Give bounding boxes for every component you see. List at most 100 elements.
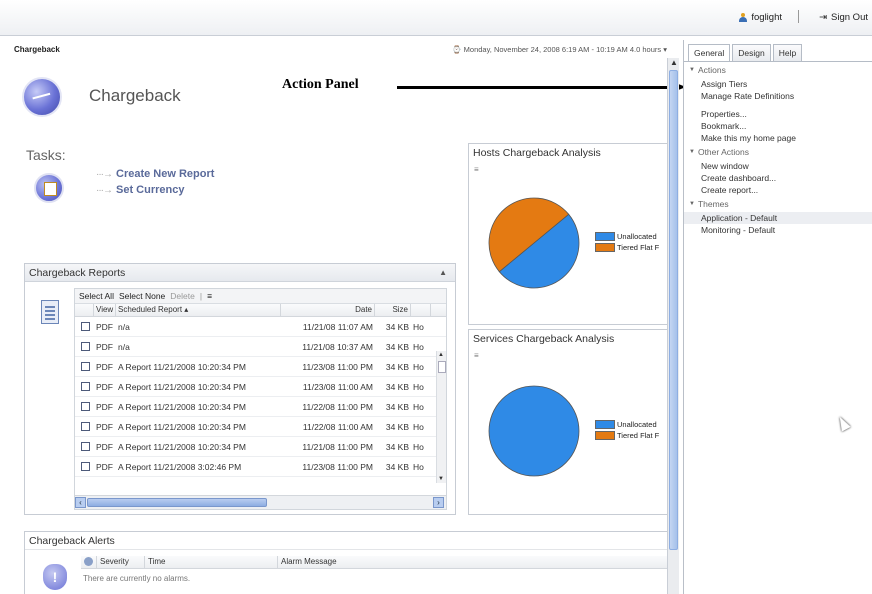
- action-manage-rate-definitions[interactable]: Manage Rate Definitions: [684, 90, 872, 102]
- action-panel: General Design Help ▼ Actions Assign Tie…: [683, 40, 872, 594]
- action-create-report[interactable]: Create report...: [684, 184, 872, 196]
- row-view-format[interactable]: PDF: [94, 342, 116, 352]
- collapse-triangle-icon: ▼: [689, 201, 695, 207]
- delete-button[interactable]: Delete: [170, 291, 195, 301]
- action-new-window[interactable]: New window: [684, 160, 872, 172]
- column-header-name[interactable]: Scheduled Report ▴: [116, 304, 281, 316]
- table-body: PDF n/a 11/21/08 11:07 AM 34 KB Ho PDF n/a 11/2…: [75, 317, 446, 477]
- row-checkbox[interactable]: [75, 362, 94, 371]
- create-new-report-link[interactable]: ···→ Create New Report: [96, 168, 214, 180]
- checkbox[interactable]: [81, 462, 90, 471]
- table-row[interactable]: PDF A Report 11/21/2008 10:20:34 PM 11/23/…: [75, 357, 446, 377]
- row-truncated-cell: Ho: [413, 341, 424, 352]
- sign-out-link[interactable]: ⇥ Sign Out: [819, 12, 868, 23]
- alerts-table-header: Severity Time Alarm Message: [81, 556, 670, 569]
- column-header-time[interactable]: Time: [145, 556, 278, 568]
- collapse-icon[interactable]: ▲: [439, 268, 447, 277]
- checkbox[interactable]: [81, 362, 90, 371]
- page-vertical-scrollbar[interactable]: ▲: [667, 58, 679, 594]
- options-icon[interactable]: ≡: [474, 351, 479, 360]
- scroll-thumb[interactable]: [438, 361, 446, 373]
- time-range-label: Monday, November 24, 2008 6:19 AM - 10:1…: [463, 45, 662, 54]
- row-checkbox[interactable]: [75, 402, 94, 411]
- row-checkbox[interactable]: [75, 462, 94, 471]
- page-title: Chargeback: [14, 45, 60, 54]
- row-view-format[interactable]: PDF: [94, 322, 116, 332]
- row-view-format[interactable]: PDF: [94, 442, 116, 452]
- table-row[interactable]: PDF A Report 11/21/2008 3:02:46 PM 11/23/0…: [75, 457, 446, 477]
- section-header-actions[interactable]: ▼ Actions: [684, 62, 872, 78]
- hosts-chart-legend: Unallocated Tiered Flat F: [595, 231, 659, 253]
- checkbox[interactable]: [81, 322, 90, 331]
- legend-swatch: [595, 431, 615, 440]
- action-make-home-page[interactable]: Make this my home page: [684, 132, 872, 144]
- scroll-down-icon[interactable]: ▼: [438, 476, 444, 482]
- column-header-date[interactable]: Date: [281, 304, 375, 316]
- row-report-name: n/a: [118, 341, 130, 352]
- set-currency-link[interactable]: ···→ Set Currency: [96, 184, 184, 196]
- row-checkbox[interactable]: [75, 342, 94, 351]
- checkbox[interactable]: [81, 382, 90, 391]
- table-vertical-scrollbar[interactable]: ▲ ▼: [436, 351, 446, 483]
- table-row[interactable]: PDF A Report 11/21/2008 10:20:34 PM 11/22/…: [75, 397, 446, 417]
- checkbox[interactable]: [81, 402, 90, 411]
- row-view-format[interactable]: PDF: [94, 362, 116, 372]
- legend-label: Tiered Flat F: [617, 431, 660, 440]
- row-view-format[interactable]: PDF: [94, 382, 116, 392]
- action-properties[interactable]: Properties...: [684, 108, 872, 120]
- action-create-dashboard[interactable]: Create dashboard...: [684, 172, 872, 184]
- row-truncated-cell: Ho: [413, 361, 424, 372]
- theme-monitoring-default[interactable]: Monitoring - Default: [684, 224, 872, 236]
- scroll-right-icon[interactable]: ›: [433, 497, 444, 508]
- legend-swatch: [595, 232, 615, 241]
- column-header-message[interactable]: Alarm Message: [278, 556, 668, 568]
- scroll-up-icon[interactable]: ▲: [670, 58, 678, 67]
- arrow-icon: ···→: [96, 168, 113, 180]
- theme-application-default[interactable]: Application - Default: [684, 212, 872, 224]
- section-header-other-actions[interactable]: ▼ Other Actions: [684, 144, 872, 160]
- table-row[interactable]: PDF A Report 11/21/2008 10:20:34 PM 11/21/…: [75, 437, 446, 457]
- row-view-format[interactable]: PDF: [94, 462, 116, 472]
- columns-icon[interactable]: ≡: [207, 291, 212, 301]
- section-header-themes[interactable]: ▼ Themes: [684, 196, 872, 212]
- row-checkbox[interactable]: [75, 442, 94, 451]
- column-header-view[interactable]: View: [94, 304, 116, 316]
- column-header-size[interactable]: Size: [375, 304, 411, 316]
- user-menu[interactable]: foglight: [739, 12, 782, 23]
- row-date: 11/23/08 11:00 PM: [302, 361, 373, 372]
- options-icon[interactable]: ≡: [474, 165, 479, 174]
- scroll-up-icon[interactable]: ▲: [438, 352, 444, 358]
- tab-help[interactable]: Help: [772, 44, 803, 61]
- table-row[interactable]: PDF n/a 11/21/08 10:37 AM 34 KB Ho: [75, 337, 446, 357]
- select-none-button[interactable]: Select None: [119, 291, 165, 301]
- scroll-thumb[interactable]: [669, 70, 678, 550]
- checkbox[interactable]: [81, 422, 90, 431]
- checkbox[interactable]: [81, 442, 90, 451]
- row-checkbox[interactable]: [75, 382, 94, 391]
- task-label: Set Currency: [116, 184, 185, 196]
- tab-general[interactable]: General: [688, 44, 731, 62]
- table-row[interactable]: PDF A Report 11/21/2008 10:20:34 PM 11/22/…: [75, 417, 446, 437]
- row-view-format[interactable]: PDF: [94, 422, 116, 432]
- row-checkbox[interactable]: [75, 422, 94, 431]
- table-horizontal-scrollbar[interactable]: ‹ ›: [75, 495, 446, 509]
- table-row[interactable]: PDF n/a 11/21/08 11:07 AM 34 KB Ho: [75, 317, 446, 337]
- row-view-format[interactable]: PDF: [94, 402, 116, 412]
- sign-out-icon: ⇥: [819, 12, 828, 23]
- action-assign-tiers[interactable]: Assign Tiers: [684, 78, 872, 90]
- panel-title: Hosts Chargeback Analysis: [473, 147, 601, 159]
- column-header-severity[interactable]: Severity: [97, 556, 145, 568]
- checkbox[interactable]: [81, 342, 90, 351]
- table-row[interactable]: PDF A Report 11/21/2008 10:20:34 PM 11/23/…: [75, 377, 446, 397]
- time-range-selector[interactable]: ⌚ Monday, November 24, 2008 6:19 AM - 10…: [452, 45, 667, 54]
- scroll-left-icon[interactable]: ‹: [75, 497, 86, 508]
- action-bookmark[interactable]: Bookmark...: [684, 120, 872, 132]
- section-title: Actions: [697, 65, 726, 75]
- row-checkbox[interactable]: [75, 322, 94, 331]
- chargeback-reports-panel: Chargeback Reports ▲ Select All Select N…: [24, 263, 456, 515]
- select-all-button[interactable]: Select All: [79, 291, 114, 301]
- scroll-thumb[interactable]: [87, 498, 267, 507]
- tab-design[interactable]: Design: [732, 44, 771, 61]
- annotation-label: Action Panel: [282, 77, 359, 92]
- legend-swatch: [595, 243, 615, 252]
